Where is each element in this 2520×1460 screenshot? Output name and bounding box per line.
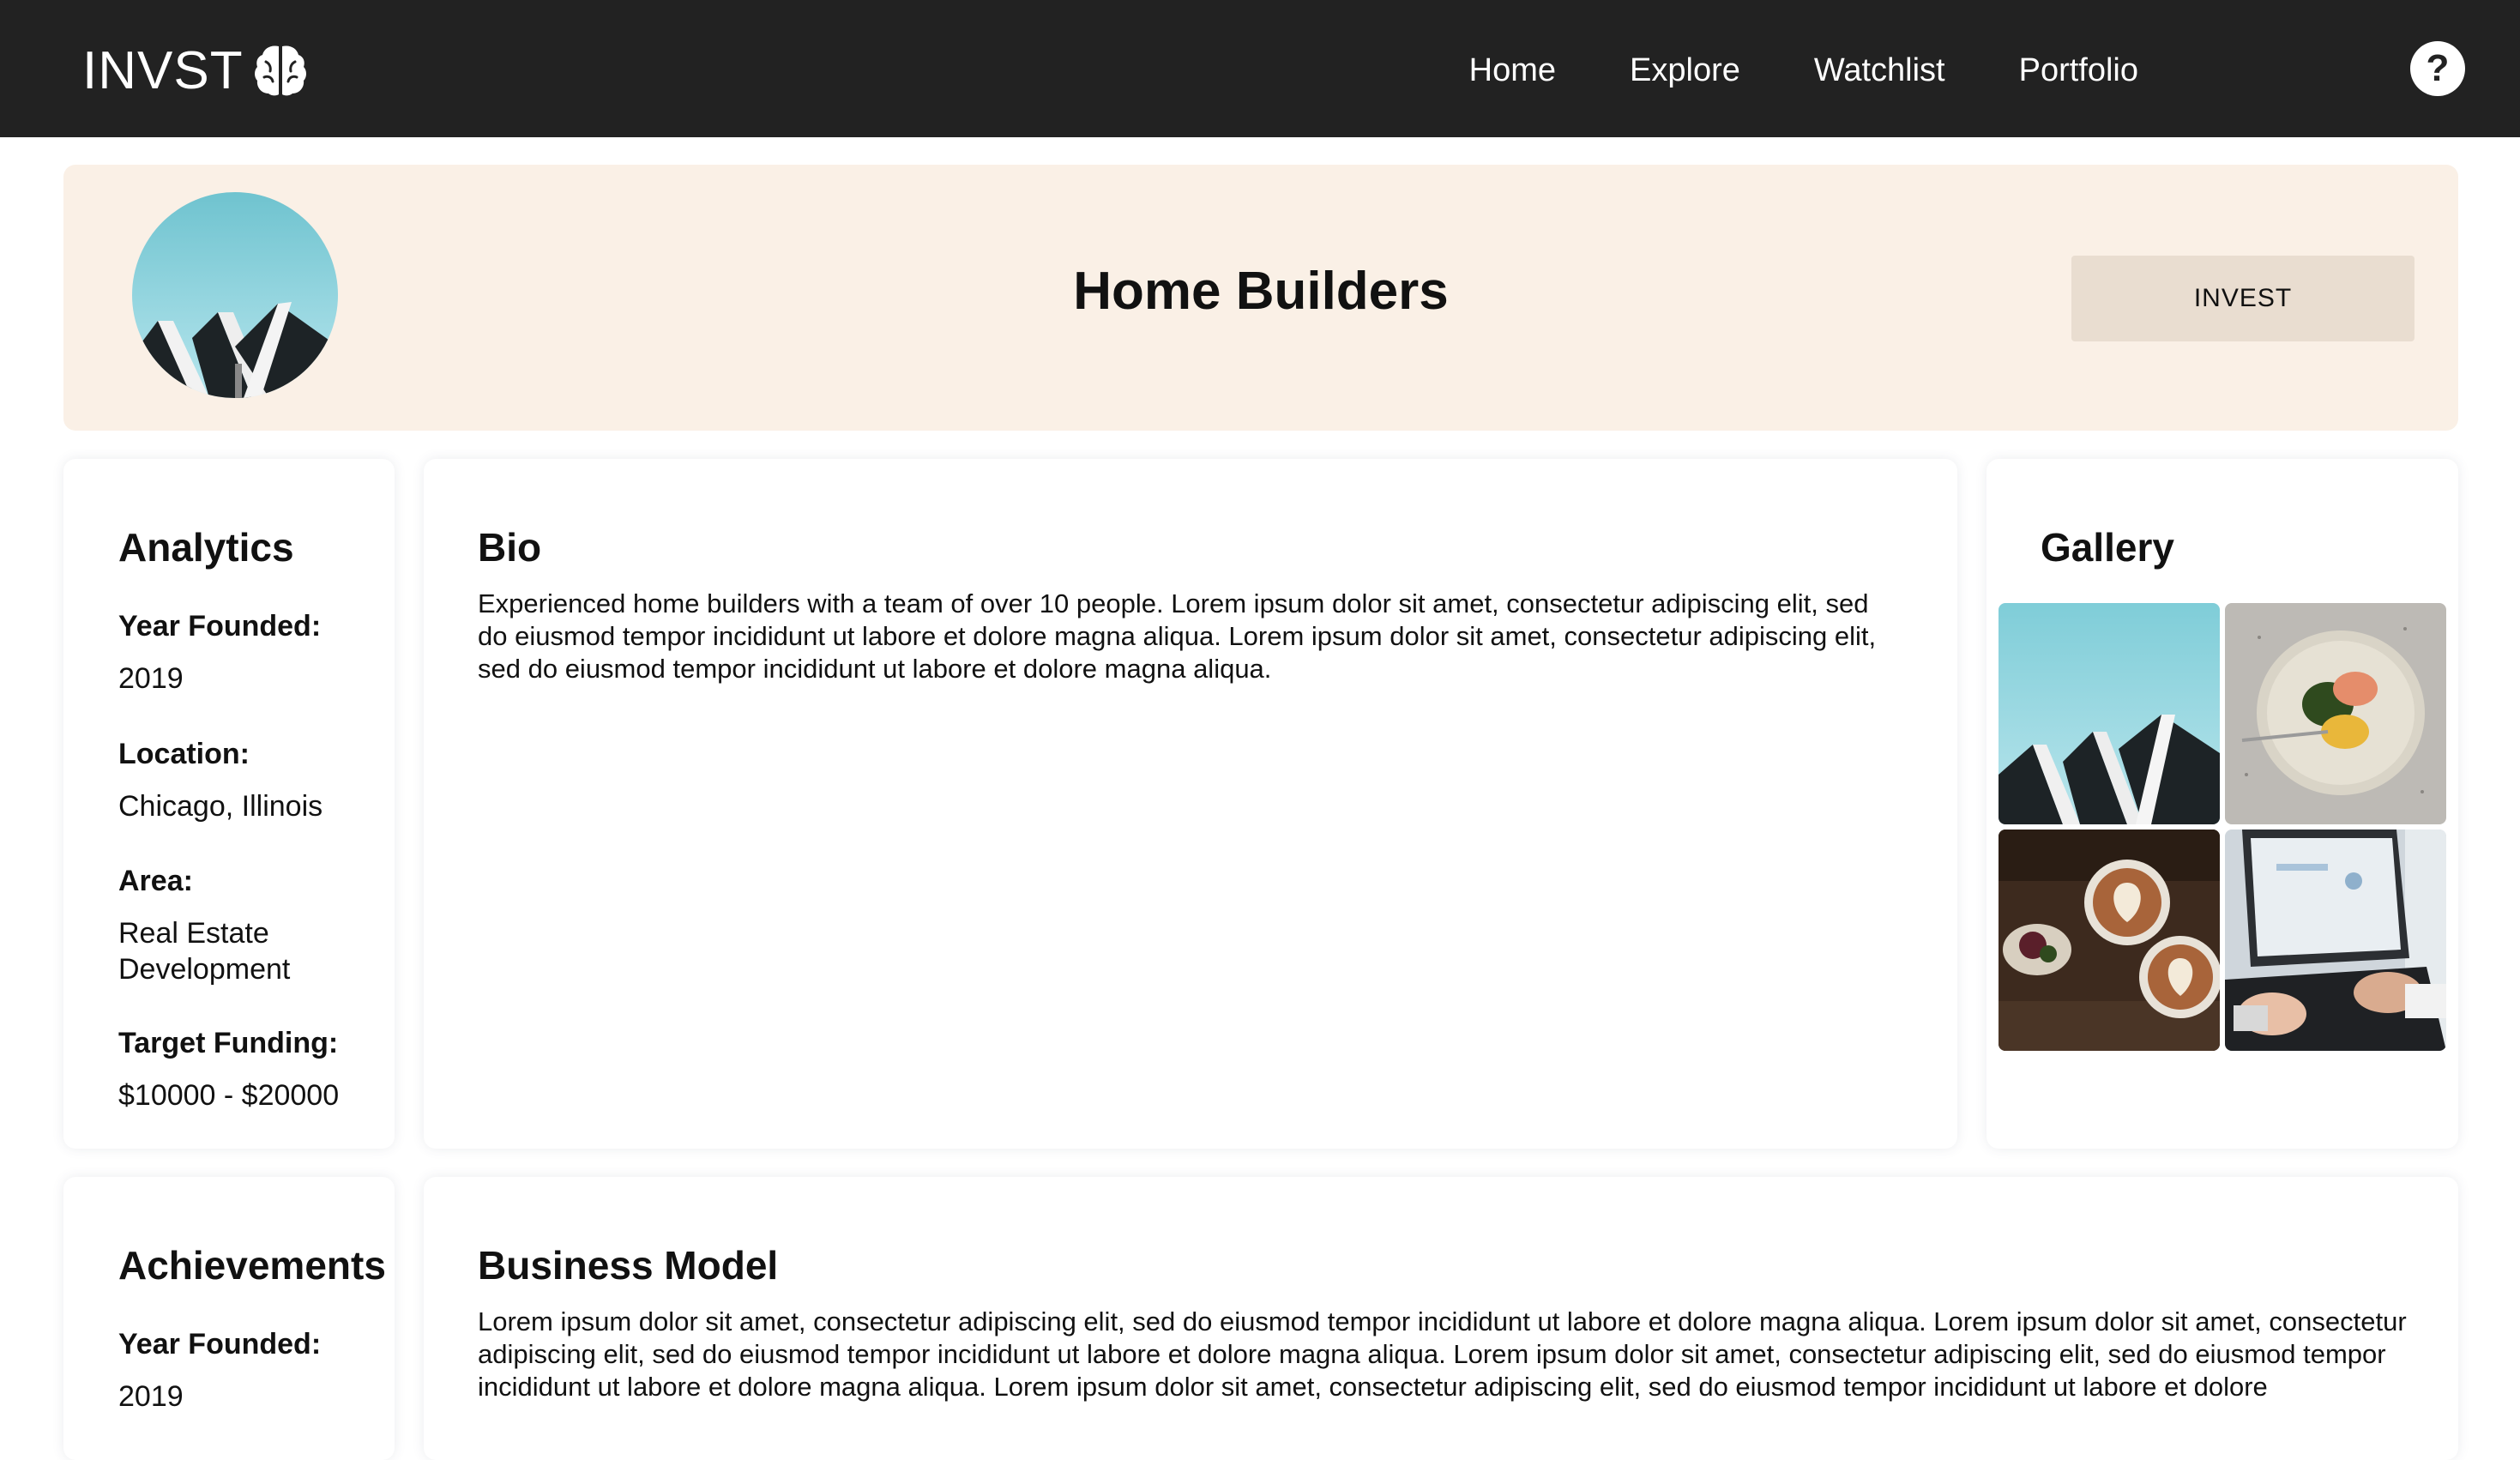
analytics-card: Analytics Year Founded: 2019 Location: C…: [63, 459, 395, 1149]
help-button[interactable]: ?: [2410, 41, 2465, 96]
laptop-typing-image: [2225, 830, 2446, 1051]
business-model-title: Business Model: [478, 1243, 779, 1288]
top-navbar: INVST Home Explore Watchlist Portfolio ?: [0, 0, 2520, 137]
gallery-card: Gallery: [1986, 459, 2458, 1149]
business-model-text: Lorem ipsum dolor sit amet, consectetur …: [478, 1306, 2407, 1402]
nav-home[interactable]: Home: [1469, 52, 1556, 89]
salmon-dish-image: [2225, 603, 2446, 824]
business-model-card: Business Model Lorem ipsum dolor sit ame…: [424, 1177, 2458, 1460]
achievements-card: Achievements Year Founded: 2019: [63, 1177, 395, 1460]
bio-text: Experienced home builders with a team of…: [478, 588, 1877, 684]
main-nav: Home Explore Watchlist Portfolio: [1469, 45, 2138, 96]
achievements-title: Achievements: [118, 1243, 386, 1288]
nav-portfolio[interactable]: Portfolio: [2019, 52, 2138, 89]
invest-button[interactable]: INVEST: [2071, 256, 2414, 341]
nav-explore[interactable]: Explore: [1630, 52, 1740, 89]
bio-title: Bio: [478, 525, 542, 570]
brand-logo[interactable]: INVST: [82, 36, 307, 105]
brain-icon: [254, 45, 306, 96]
question-icon: ?: [2426, 47, 2450, 89]
gallery-grid: [1999, 603, 2446, 1051]
gallery-image-1[interactable]: [1999, 603, 2220, 824]
year-founded-label: Year Founded:: [118, 610, 322, 643]
gallery-image-3[interactable]: [1999, 830, 2220, 1051]
gallery-title: Gallery: [2041, 525, 2174, 570]
nav-watchlist[interactable]: Watchlist: [1814, 52, 1945, 89]
house-rooftops-image: [1999, 603, 2220, 824]
target-funding-label: Target Funding:: [118, 1027, 339, 1059]
company-header: Home Builders INVEST: [63, 165, 2458, 431]
area-label: Area:: [118, 865, 193, 897]
gallery-image-2[interactable]: [2225, 603, 2446, 824]
achievements-year-founded-label: Year Founded:: [118, 1328, 322, 1360]
gallery-image-4[interactable]: [2225, 830, 2446, 1051]
target-funding-value: $10000 - $20000: [118, 1079, 340, 1112]
year-founded-value: 2019: [118, 662, 184, 695]
brand-name: INVST: [82, 40, 244, 100]
location-label: Location:: [118, 738, 250, 770]
achievements-year-founded-value: 2019: [118, 1380, 184, 1413]
location-value: Chicago, Illinois: [118, 790, 323, 823]
area-value: Real Estate Development: [118, 917, 291, 986]
latte-art-image: [1999, 830, 2220, 1051]
analytics-title: Analytics: [118, 525, 294, 570]
bio-card: Bio Experienced home builders with a tea…: [424, 459, 1957, 1149]
